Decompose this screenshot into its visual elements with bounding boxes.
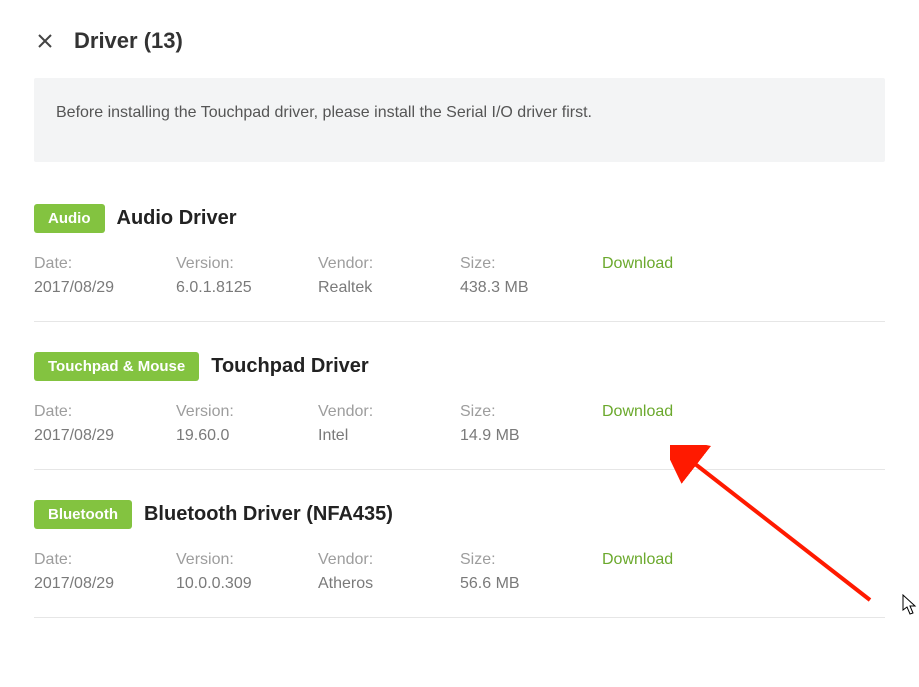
close-icon[interactable]	[34, 30, 56, 52]
driver-row: Touchpad & Mouse Touchpad Driver Date: 20…	[34, 352, 885, 470]
date-value: 2017/08/29	[34, 427, 176, 445]
section-header: Driver (13)	[34, 28, 885, 54]
driver-row: Bluetooth Bluetooth Driver (NFA435) Date…	[34, 500, 885, 618]
version-label: Version:	[176, 255, 318, 273]
vendor-value: Realtek	[318, 279, 460, 297]
version-label: Version:	[176, 551, 318, 569]
category-tag: Touchpad & Mouse	[34, 352, 199, 381]
size-value: 14.9 MB	[460, 427, 602, 445]
category-tag: Bluetooth	[34, 500, 132, 529]
date-label: Date:	[34, 551, 176, 569]
size-label: Size:	[460, 551, 602, 569]
section-title: Driver (13)	[74, 28, 183, 54]
version-value: 10.0.0.309	[176, 575, 318, 593]
size-label: Size:	[460, 403, 602, 421]
date-value: 2017/08/29	[34, 575, 176, 593]
cursor-icon	[902, 594, 918, 616]
driver-name: Audio Driver	[117, 207, 237, 230]
version-label: Version:	[176, 403, 318, 421]
vendor-label: Vendor:	[318, 551, 460, 569]
driver-name: Bluetooth Driver (NFA435)	[144, 503, 393, 526]
vendor-value: Atheros	[318, 575, 460, 593]
date-value: 2017/08/29	[34, 279, 176, 297]
download-link[interactable]: Download	[602, 551, 744, 569]
driver-row: Audio Audio Driver Date: 2017/08/29 Versi…	[34, 204, 885, 322]
download-link[interactable]: Download	[602, 403, 744, 421]
vendor-label: Vendor:	[318, 255, 460, 273]
category-tag: Audio	[34, 204, 105, 233]
size-label: Size:	[460, 255, 602, 273]
date-label: Date:	[34, 255, 176, 273]
driver-name: Touchpad Driver	[211, 355, 368, 378]
size-value: 438.3 MB	[460, 279, 602, 297]
version-value: 6.0.1.8125	[176, 279, 318, 297]
size-value: 56.6 MB	[460, 575, 602, 593]
vendor-value: Intel	[318, 427, 460, 445]
date-label: Date:	[34, 403, 176, 421]
vendor-label: Vendor:	[318, 403, 460, 421]
install-notice: Before installing the Touchpad driver, p…	[34, 78, 885, 162]
download-link[interactable]: Download	[602, 255, 744, 273]
version-value: 19.60.0	[176, 427, 318, 445]
